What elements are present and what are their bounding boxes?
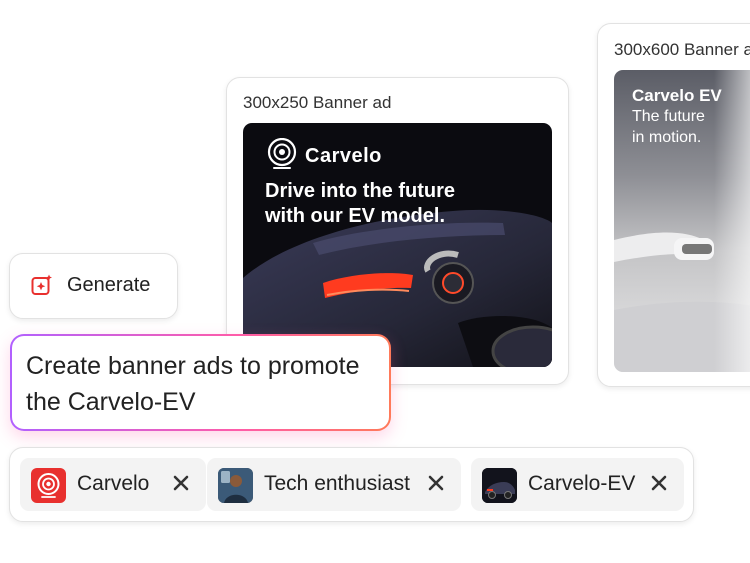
ad-tagline-line-1: The future	[632, 108, 705, 125]
banner-ad-preview-300x600: Carvelo EV The future in motion.	[614, 70, 750, 372]
ad-brand-name: Carvelo	[305, 145, 382, 167]
close-icon[interactable]	[170, 472, 192, 494]
ad-tagline-line-2: in motion.	[632, 129, 702, 146]
prompt-box[interactable]: Create banner ads to promote the Carvelo…	[10, 334, 391, 431]
sparkle-image-icon	[31, 274, 52, 295]
banner-card-title: 300x600 Banner ad	[614, 40, 750, 59]
car-thumbnail	[482, 468, 517, 503]
ad-headline-line-2: with our EV model.	[265, 205, 446, 227]
carvelo-logo-icon	[31, 468, 66, 503]
tag-chip[interactable]: Tech enthusiast	[207, 458, 461, 511]
ad-brand-name: Carvelo EV	[632, 86, 722, 105]
person-thumbnail	[218, 468, 253, 503]
generate-button[interactable]: Generate	[9, 253, 178, 319]
prompt-text[interactable]: Create banner ads to promote the Carvelo…	[12, 336, 389, 429]
banner-ad-preview-300x250: Carvelo Drive into the future with our E…	[243, 123, 552, 367]
tag-label: Carvelo	[77, 472, 150, 495]
generate-button-label: Generate	[67, 274, 151, 296]
carvelo-logo-icon	[267, 138, 297, 169]
tag-label: Carvelo-EV	[528, 472, 636, 495]
close-icon[interactable]	[648, 472, 670, 494]
banner-card-300x600[interactable]: 300x600 Banner ad Carvelo EV The future …	[597, 23, 750, 387]
banner-card-title: 300x250 Banner ad	[243, 93, 392, 112]
tag-chip[interactable]: Carvelo	[20, 458, 206, 511]
tag-chip[interactable]: Carvelo-EV	[471, 458, 684, 511]
close-icon[interactable]	[425, 472, 447, 494]
context-tags-bar: Carvelo Tech enthusiast Carvelo-EV	[9, 447, 694, 522]
tag-label: Tech enthusiast	[264, 472, 410, 495]
ad-headline-line-1: Drive into the future	[265, 180, 456, 202]
